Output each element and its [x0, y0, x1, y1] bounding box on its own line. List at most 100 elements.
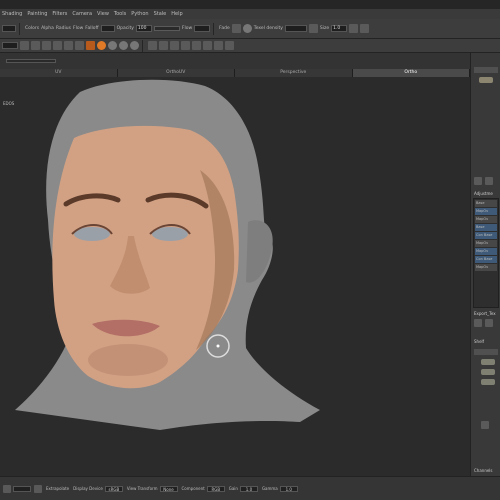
menu-filters[interactable]: Filters	[52, 11, 67, 17]
view-transform-label: View Transform	[126, 486, 158, 491]
group-layer-icon[interactable]	[485, 177, 493, 185]
menu-painting[interactable]: Painting	[27, 11, 47, 17]
layers-title: Adjustme	[474, 191, 493, 196]
layer-row[interactable]: Base	[475, 200, 497, 207]
texel-density-icon[interactable]	[242, 24, 252, 33]
shelf-item[interactable]	[481, 359, 495, 365]
shelf-item[interactable]	[481, 379, 495, 385]
size-field[interactable]: 1.0	[331, 25, 348, 32]
clone-icon[interactable]	[42, 41, 51, 50]
layer-row[interactable]: MapOv	[475, 240, 497, 247]
tools-toolbar	[0, 39, 500, 53]
gamma-label: Gamma	[261, 486, 278, 491]
gamma-field[interactable]: 1.0	[279, 485, 298, 492]
opacity-field[interactable]: 100	[135, 25, 152, 32]
separator	[142, 39, 143, 52]
gain-field[interactable]: 1.0	[239, 485, 258, 492]
layer-row[interactable]: MapOv	[475, 216, 497, 223]
erase-icon[interactable]	[31, 41, 40, 50]
tab-ortho[interactable]: Ortho	[352, 69, 470, 77]
menu-view[interactable]: View	[97, 11, 109, 17]
align-icon[interactable]	[214, 41, 223, 50]
display-device-field[interactable]: sRGB	[104, 485, 123, 492]
layer-row[interactable]: Base	[475, 224, 497, 231]
head-model[interactable]	[0, 77, 470, 476]
colors-label[interactable]: Colors	[25, 26, 39, 31]
title-strip	[0, 0, 500, 9]
app-window: Shading Painting Filters Camera View Too…	[0, 0, 500, 500]
scale-icon[interactable]	[170, 41, 179, 50]
paint-icon[interactable]	[20, 41, 29, 50]
brush-toolbar: Colors Alpha Radius Flow Falloff Opacity…	[0, 19, 500, 39]
options-strip	[0, 53, 470, 69]
viewport-corner-label: EDOS	[3, 101, 15, 106]
flow-label[interactable]: Flow	[73, 26, 83, 31]
extrapolate-label: Extrapolate	[46, 486, 70, 491]
tab-uv[interactable]: UV	[0, 69, 118, 77]
view-transform-field[interactable]: None	[159, 485, 178, 492]
move-icon[interactable]	[148, 41, 157, 50]
options-slider[interactable]	[6, 59, 56, 63]
blur-icon[interactable]	[64, 41, 73, 50]
smear-icon[interactable]	[53, 41, 62, 50]
material-sphere-icon[interactable]	[97, 41, 106, 50]
tab-perspective[interactable]: Perspective	[235, 69, 353, 77]
transform-icon[interactable]	[181, 41, 190, 50]
rotate-icon[interactable]	[159, 41, 168, 50]
texel-density-field[interactable]	[284, 25, 307, 32]
menu-camera[interactable]: Camera	[72, 11, 92, 17]
layer-row[interactable]: MapOv	[475, 208, 497, 215]
flat-sphere-icon[interactable]	[119, 41, 128, 50]
texel-density-label: Texel density	[253, 26, 283, 31]
snap-icon[interactable]	[203, 41, 212, 50]
menu-shading[interactable]: Shading	[2, 11, 22, 17]
layer-list: Base MapOv MapOv Base Con Base MapOv Map…	[473, 198, 499, 308]
layer-row[interactable]: MapOv	[475, 264, 497, 271]
gain-label: Gain	[228, 486, 238, 491]
tab-ortho-uv[interactable]: OrthoUV	[117, 69, 235, 77]
menu-bar: Shading Painting Filters Camera View Too…	[0, 9, 500, 19]
shader-thumbnail[interactable]	[479, 77, 493, 83]
brush-size-field[interactable]	[2, 25, 16, 32]
component-field[interactable]: RGB	[206, 485, 225, 492]
alpha-label[interactable]: Alpha	[41, 26, 54, 31]
component-label: Component	[181, 486, 205, 491]
fade-toggle-icon[interactable]	[231, 24, 241, 33]
falloff-label[interactable]: Falloff	[85, 26, 98, 31]
settings-icon[interactable]	[474, 319, 482, 327]
frame-field[interactable]	[13, 485, 31, 492]
mirror-icon[interactable]	[225, 41, 234, 50]
shelf-name-header	[474, 349, 498, 355]
tool-preset-field[interactable]	[2, 42, 18, 49]
settings-icon[interactable]	[360, 24, 370, 33]
shelf-item[interactable]	[481, 369, 495, 375]
separator	[213, 22, 215, 35]
play-icon[interactable]	[34, 484, 42, 493]
select-tool-icon[interactable]	[86, 41, 95, 50]
menu-help[interactable]: Help	[171, 11, 182, 17]
3d-viewport[interactable]: EDOS	[0, 77, 470, 476]
shelf-add-icon[interactable]	[481, 421, 489, 429]
flow-field[interactable]	[194, 25, 211, 32]
grid-icon[interactable]	[308, 24, 318, 33]
fade-label: Fade	[219, 26, 230, 31]
add-layer-icon[interactable]	[474, 177, 482, 185]
menu-tools[interactable]: Tools	[114, 11, 126, 17]
pivot-icon[interactable]	[192, 41, 201, 50]
layer-row[interactable]: Con Base	[475, 256, 497, 263]
status-bar: Extrapolate Display Device sRGB View Tra…	[0, 476, 500, 500]
shading-sphere-icon[interactable]	[108, 41, 117, 50]
dodge-icon[interactable]	[75, 41, 84, 50]
wire-sphere-icon[interactable]	[130, 41, 139, 50]
layer-row[interactable]: Con Base	[475, 232, 497, 239]
falloff-field[interactable]	[100, 25, 115, 32]
radius-label[interactable]: Radius	[56, 26, 71, 31]
channels-label: Channels	[474, 468, 493, 473]
opacity-slider[interactable]	[153, 26, 180, 31]
gear-icon[interactable]	[485, 319, 493, 327]
menu-stale[interactable]: Stale	[154, 11, 167, 17]
layer-row[interactable]: MapOv	[475, 248, 497, 255]
menu-python[interactable]: Python	[131, 11, 148, 17]
frame-icon[interactable]	[3, 484, 11, 493]
copy-icon[interactable]	[349, 24, 359, 33]
